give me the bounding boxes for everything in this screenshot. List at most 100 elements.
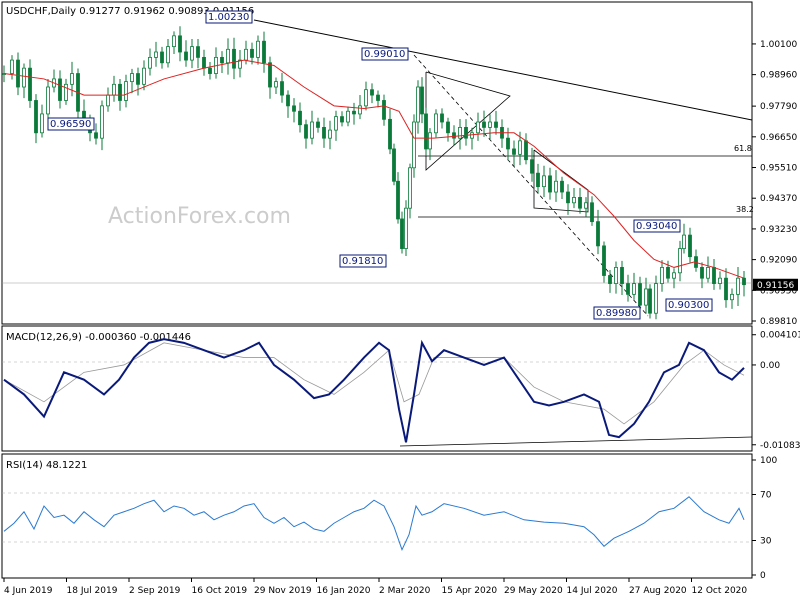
candle-body [688,234,692,258]
candle-body [672,272,676,279]
candle-body [712,267,716,284]
candle-body [310,121,314,139]
candle-body [392,148,396,182]
candle-body [536,172,540,188]
candle-body [682,234,686,249]
fib-label: 38.2 [736,205,754,214]
candle-body [298,110,302,126]
candle-body [262,40,266,64]
rsi-tick-label: 0 [760,571,766,581]
candle-body [166,46,170,64]
price-tick-label: 0.96650 [760,133,797,143]
candle-body [172,35,176,48]
macd-title: MACD(12,26,9) -0.000360 -0.001446 [6,332,191,343]
candle-body [428,132,432,150]
candle-body [464,126,468,139]
price-label: 1.00230 [208,12,249,23]
candle-body [136,73,140,85]
candle-body [382,100,386,120]
macd-tick-label: 0.004101 [760,331,800,341]
price-label: 0.89980 [596,308,637,319]
candle-body [718,277,722,284]
candle-body [730,293,734,301]
candle-body [440,113,444,123]
candle-body [494,121,498,128]
candle-body [208,67,212,74]
candle-body [34,100,38,134]
candle-body [470,132,474,139]
candle-body [334,116,338,131]
candle-body [412,121,416,169]
x-tick-label: 16 Jan 2020 [317,586,371,596]
candle-body [292,105,296,112]
candle-body [518,140,522,155]
candle-body [178,35,182,53]
candle-body [424,113,428,150]
candle-body [530,159,534,174]
candle-body [724,277,728,301]
candle-body [40,113,44,134]
candle-body [274,81,278,88]
candle-body [548,175,552,193]
price-tick-label: 0.98960 [760,71,797,81]
candle-body [16,59,20,88]
candle-body [742,277,746,286]
candle-body [648,288,652,314]
candle-body [106,94,110,107]
candle-body [154,51,158,58]
candle-body [196,46,200,58]
candle-body [584,202,588,209]
candle-body [416,86,420,123]
candle-body [148,56,152,69]
candle-body [482,121,486,128]
candle-body [28,67,32,101]
candle-body [602,245,606,276]
candle-body [316,121,320,128]
candle-body [358,105,362,115]
candle-body [578,197,582,209]
x-tick-label: 16 Oct 2019 [192,586,248,596]
candle-body [632,283,636,295]
candle-body [666,267,670,279]
candle-body [280,81,284,96]
candle-body [22,67,26,88]
rsi-title: RSI(14) 48.1221 [6,460,87,471]
macd-tick-label: -0.010833 [760,441,800,451]
candle-body [554,180,558,193]
candle-body [512,148,516,155]
candle-body [700,267,704,279]
candle-body [100,105,104,139]
candle-body [400,218,404,249]
price-tick-label: 0.97790 [760,102,797,112]
candle-body [112,83,116,96]
candle-body [524,140,528,161]
price-label: 0.99010 [364,49,405,60]
price-label: 0.96590 [50,119,91,130]
candle-body [660,267,664,284]
candle-body [232,48,236,69]
candle-body [404,207,408,249]
candle-body [118,83,122,101]
x-tick-label: 15 Apr 2020 [442,586,498,596]
x-tick-label: 4 Jun 2019 [4,586,53,596]
price-tick-label: 0.94370 [760,194,797,204]
candle-body [250,48,254,58]
x-tick-label: 12 Oct 2020 [692,586,748,596]
candle-body [268,62,272,88]
candle-body [608,275,612,284]
candle-body [476,121,480,134]
candle-body [94,132,98,139]
candle-body [542,175,546,188]
candle-body [596,221,600,247]
candle-body [736,277,740,295]
candle-body [396,180,400,220]
candle-body [10,59,14,74]
candle-body [226,48,230,64]
candle-body [458,126,462,139]
candle-body [376,94,380,101]
price-tick-label: 0.92090 [760,256,797,266]
current-price-label: 0.91156 [757,281,794,291]
candle-body [488,121,492,128]
candle-body [340,116,344,123]
x-tick-label: 29 May 2020 [504,586,563,596]
